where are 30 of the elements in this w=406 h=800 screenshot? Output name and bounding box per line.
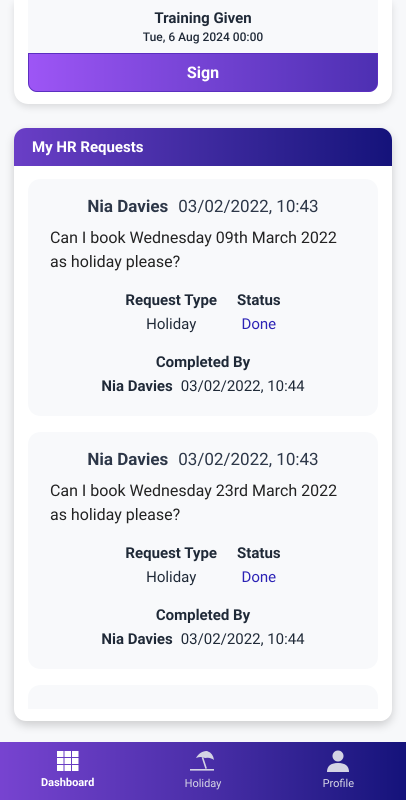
request-message: Can I book Wednesday 09th March 2022 as holiday please? bbox=[50, 227, 338, 273]
request-datetime: 03/02/2022, 10:43 bbox=[178, 449, 319, 471]
completed-datetime: 03/02/2022, 10:44 bbox=[180, 629, 305, 650]
status-label: Status bbox=[237, 543, 281, 564]
request-status: Done bbox=[240, 567, 278, 588]
training-date: Tue, 6 Aug 2024 00:00 bbox=[142, 29, 264, 46]
completed-by-name: Nia Davies bbox=[101, 629, 173, 650]
training-title: Training Given bbox=[154, 8, 252, 28]
completed-datetime: 03/02/2022, 10:44 bbox=[180, 376, 305, 397]
status-label: Status bbox=[237, 290, 281, 311]
request-type: Holiday bbox=[145, 567, 198, 588]
request-message: Can I book Wednesday 23rd March 2022 as holiday please? bbox=[50, 480, 338, 526]
request-type-label: Request Type bbox=[125, 290, 218, 311]
sign-button[interactable]: Sign bbox=[28, 53, 378, 92]
section-title: My HR Requests bbox=[32, 136, 144, 158]
request-datetime: 03/02/2022, 10:43 bbox=[178, 196, 319, 218]
requester-name: Nia Davies bbox=[87, 449, 168, 471]
completed-by-name: Nia Davies bbox=[101, 376, 173, 397]
grid-icon bbox=[56, 750, 79, 771]
request-type-label: Request Type bbox=[125, 543, 218, 564]
nav-tab[interactable]: Profile bbox=[270, 742, 406, 800]
request-status: Done bbox=[240, 314, 278, 335]
person-icon bbox=[327, 750, 350, 772]
requester-name: Nia Davies bbox=[87, 196, 168, 218]
beach-umbrella-icon bbox=[190, 750, 216, 772]
nav-tab[interactable]: Dashboard bbox=[0, 742, 136, 800]
request-type: Holiday bbox=[145, 314, 198, 335]
nav-tab[interactable]: Holiday bbox=[135, 742, 271, 800]
completed-by-label: Completed By bbox=[156, 605, 250, 626]
completed-by-label: Completed By bbox=[156, 352, 250, 373]
